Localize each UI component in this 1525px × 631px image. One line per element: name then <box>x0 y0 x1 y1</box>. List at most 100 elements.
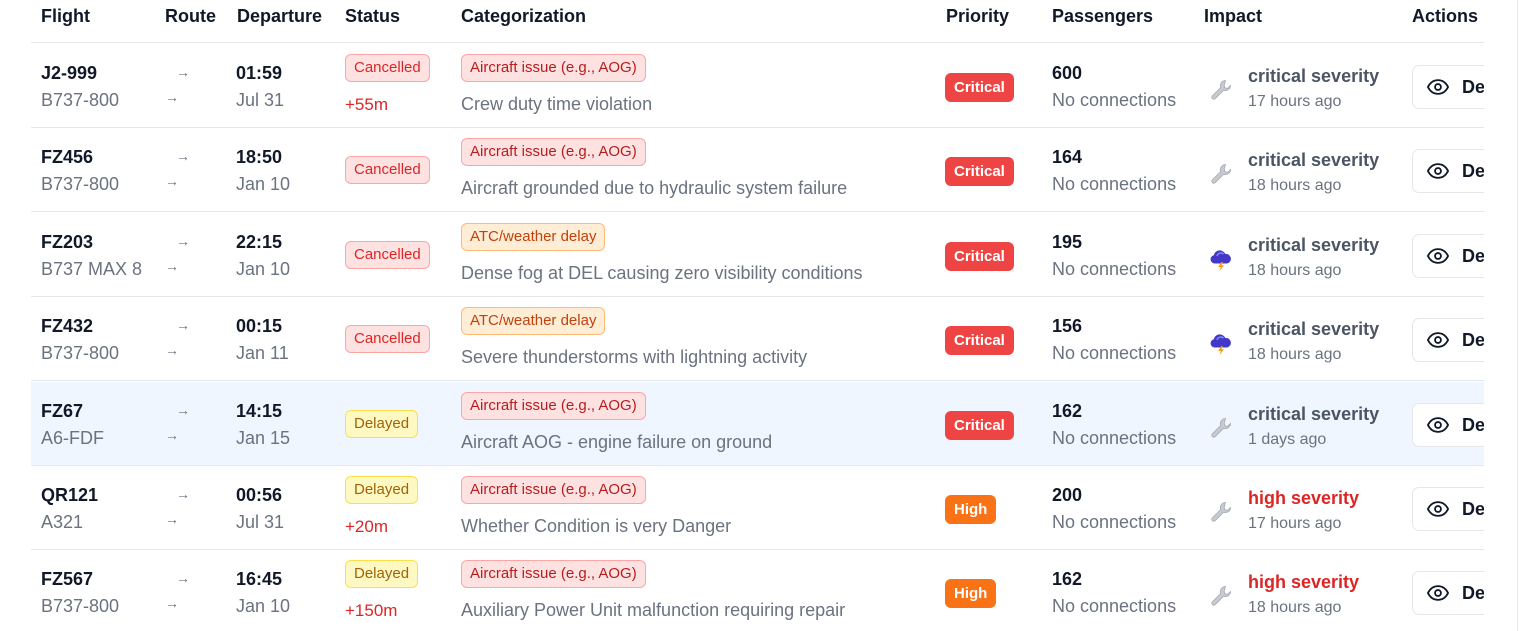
details-button-label: Details <box>1462 330 1484 351</box>
details-button[interactable]: Details <box>1412 487 1484 531</box>
details-button[interactable]: Details <box>1412 233 1484 278</box>
aircraft-type: B737-800 <box>41 596 120 617</box>
column-header-priority[interactable]: Priority <box>946 6 1009 27</box>
departure-date: Jul 31 <box>236 90 285 110</box>
status-badge: Cancelled <box>345 54 430 82</box>
details-button[interactable]: Details <box>1412 65 1484 109</box>
aircraft-type: B737 MAX 8 <box>41 258 143 279</box>
category-badge: Aircraft issue (e.g., AOG) <box>461 391 646 420</box>
column-header-route[interactable]: Route <box>165 6 216 27</box>
details-button[interactable]: Details <box>1412 318 1484 363</box>
table-row[interactable]: FZ432 B737-800 → → 00:15 Jan 11 Cancelle… <box>31 297 1484 382</box>
details-button-label: Details <box>1462 245 1484 266</box>
eye-icon <box>1427 501 1449 517</box>
impact-severity: critical severity <box>1248 66 1380 86</box>
passenger-count: 156 <box>1052 316 1083 337</box>
route-arrow-icon: → <box>176 148 190 165</box>
category-badge: ATC/weather delay <box>461 307 606 336</box>
eye-icon <box>1427 332 1449 348</box>
status-badge: Delayed <box>345 409 419 438</box>
departure-time: 00:15 <box>236 316 283 337</box>
route-arrow-icon: → <box>165 173 179 190</box>
details-button-label: Details <box>1462 77 1484 97</box>
column-header-categorization[interactable]: Categorization <box>461 6 586 27</box>
impact-time-ago: 18 hours ago <box>1248 599 1342 617</box>
storm-cloud-icon <box>1208 246 1234 272</box>
scrollbar-track[interactable] <box>1517 0 1518 631</box>
departure-time: 22:15 <box>236 231 283 252</box>
route-arrow-icon: → <box>176 570 190 587</box>
priority-badge: Critical <box>945 410 1014 440</box>
route-arrow-icon: → <box>165 257 179 274</box>
table-row[interactable]: FZ456 B737-800 → → 18:50 Jan 10 Cancelle… <box>31 128 1484 213</box>
aircraft-type: A321 <box>41 512 84 532</box>
flight-number: FZ432 <box>41 316 94 337</box>
status-badge: Cancelled <box>345 156 430 185</box>
eye-icon <box>1427 416 1449 433</box>
departure-time: 16:45 <box>236 569 283 590</box>
details-button-label: Details <box>1462 583 1484 604</box>
details-button-label: Details <box>1462 414 1484 435</box>
status-badge: Cancelled <box>345 325 430 354</box>
route-arrow-icon: → <box>165 426 179 443</box>
eye-icon <box>1427 248 1449 264</box>
impact-severity: high severity <box>1248 488 1360 508</box>
table-row[interactable]: J2-999 B737-800 → → 01:59 Jul 31 Cancell… <box>31 44 1484 128</box>
delay-minutes: +55m <box>345 95 388 114</box>
passenger-connections: No connections <box>1052 90 1177 110</box>
column-header-departure[interactable]: Departure <box>237 6 322 27</box>
wrench-icon <box>1208 583 1234 609</box>
disruption-description: Whether Condition is very Danger <box>461 516 732 536</box>
passenger-count: 200 <box>1052 485 1083 505</box>
disruption-description: Crew duty time violation <box>461 94 653 114</box>
route-arrow-icon: → <box>165 595 179 612</box>
passenger-connections: No connections <box>1052 174 1177 195</box>
delay-minutes: +20m <box>345 517 388 536</box>
departure-date: Jan 11 <box>236 343 289 364</box>
details-button[interactable]: Details <box>1412 149 1484 194</box>
priority-badge: Critical <box>945 241 1014 271</box>
column-header-status[interactable]: Status <box>345 6 400 27</box>
status-badge: Cancelled <box>345 240 430 269</box>
table-row[interactable]: QR121 A321 → → 00:56 Jul 31 Delayed +20m… <box>31 466 1484 550</box>
passenger-connections: No connections <box>1052 596 1177 617</box>
table-row[interactable]: FZ203 B737 MAX 8 → → 22:15 Jan 10 Cancel… <box>31 212 1484 297</box>
impact-severity: high severity <box>1248 572 1360 593</box>
delay-minutes: +150m <box>345 601 398 621</box>
route-arrow-icon: → <box>165 511 179 527</box>
storm-cloud-icon <box>1208 330 1234 356</box>
passenger-count: 162 <box>1052 569 1083 590</box>
details-button[interactable]: Details <box>1412 402 1484 447</box>
table-row[interactable]: FZ567 B737-800 → → 16:45 Jan 10 Delayed … <box>31 550 1484 631</box>
departure-time: 00:56 <box>236 485 283 505</box>
departure-date: Jan 15 <box>236 427 291 448</box>
passenger-connections: No connections <box>1052 512 1177 532</box>
impact-time-ago: 17 hours ago <box>1248 93 1342 110</box>
route-arrow-icon: → <box>176 64 190 80</box>
disruptions-table: Flight Route Departure Status Categoriza… <box>31 0 1484 631</box>
flight-number: QR121 <box>41 485 99 505</box>
impact-severity: critical severity <box>1248 319 1380 340</box>
departure-date: Jan 10 <box>236 258 291 279</box>
route-arrow-icon: → <box>165 89 179 105</box>
details-button[interactable]: Details <box>1412 571 1484 616</box>
category-badge: Aircraft issue (e.g., AOG) <box>461 138 646 167</box>
table-row[interactable]: FZ67 A6-FDF → → 14:15 Jan 15 Delayed Air… <box>31 381 1484 466</box>
column-header-flight[interactable]: Flight <box>41 6 90 27</box>
impact-time-ago: 18 hours ago <box>1248 177 1342 195</box>
eye-icon <box>1427 163 1449 180</box>
column-header-impact[interactable]: Impact <box>1204 6 1262 27</box>
flight-number: FZ567 <box>41 569 94 590</box>
route-arrow-icon: → <box>176 232 190 249</box>
wrench-icon <box>1208 77 1234 103</box>
priority-badge: Critical <box>945 157 1014 187</box>
category-badge: ATC/weather delay <box>461 222 606 251</box>
column-header-passengers[interactable]: Passengers <box>1052 6 1153 27</box>
route-arrow-icon: → <box>176 317 190 334</box>
status-badge: Delayed <box>345 476 419 504</box>
impact-time-ago: 18 hours ago <box>1248 261 1342 279</box>
departure-time: 18:50 <box>236 147 283 168</box>
flight-number: FZ67 <box>41 400 84 421</box>
column-header-actions: Actions <box>1412 6 1479 26</box>
disruption-description: Dense fog at DEL causing zero visibility… <box>461 262 863 283</box>
